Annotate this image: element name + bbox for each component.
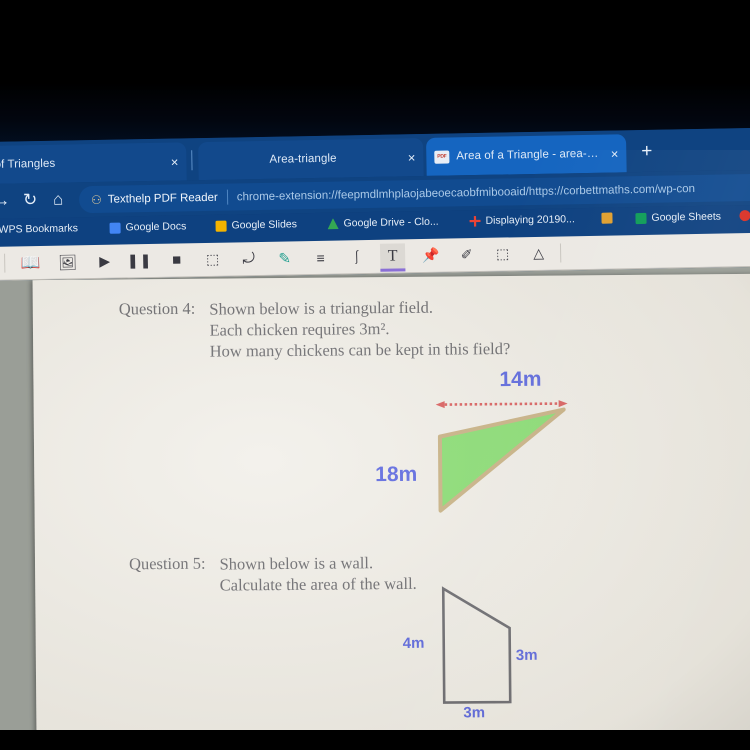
- toolbar-divider: [4, 253, 6, 273]
- pdf-favicon-icon: PDF: [434, 150, 450, 164]
- triangular-field-figure: [435, 400, 568, 513]
- extension-name-label: Texthelp PDF Reader: [107, 191, 218, 206]
- google-sheets-icon: [635, 212, 647, 224]
- pdf-page: Question 4: Shown below is a triangular …: [32, 273, 750, 750]
- google-slides-icon: [215, 220, 227, 232]
- toolbar-divider: [559, 243, 562, 263]
- pin-icon[interactable]: 📌: [418, 243, 443, 268]
- bookmark-favicon-icon: [601, 212, 613, 224]
- selection-box-icon[interactable]: ⬚: [490, 241, 515, 266]
- list-icon[interactable]: ≡: [308, 245, 333, 270]
- question-4-line-3: How many chickens can be kept in this fi…: [209, 339, 511, 361]
- bookmark-google-sheets[interactable]: Google Sheets: [635, 211, 721, 225]
- triangle-base-label: 14m: [499, 367, 542, 392]
- tab-close-icon[interactable]: ×: [163, 154, 179, 169]
- question-5-text: Shown below is a wall. Calculate the are…: [219, 552, 416, 596]
- plus-icon: [469, 215, 480, 226]
- wall-left-label: 4m: [402, 634, 425, 652]
- play-icon[interactable]: ▶: [92, 249, 117, 274]
- browser-tab-3-active[interactable]: PDF Area of a Triangle - area-of-a-tri ×: [425, 134, 627, 176]
- google-drive-icon: [327, 218, 338, 229]
- google-drive-icon[interactable]: △: [526, 241, 551, 266]
- image-icon[interactable]: 🖼: [55, 249, 80, 274]
- bookmark-google-drive[interactable]: Google Drive - Clo...: [327, 215, 439, 230]
- browser-tab-2[interactable]: Area-triangle ×: [198, 137, 424, 181]
- new-tab-button[interactable]: +: [641, 141, 652, 162]
- screen-bezel-bottom: [0, 730, 750, 750]
- question-5-label: Question 5:: [128, 553, 206, 574]
- highlighter-icon[interactable]: ✎: [272, 245, 297, 270]
- tab-separator: [191, 150, 193, 171]
- pause-icon[interactable]: ❚❚: [127, 248, 153, 273]
- shuffle-icon[interactable]: ⤾: [236, 246, 261, 271]
- text-tool-icon[interactable]: T: [379, 243, 406, 272]
- reload-icon[interactable]: ↻: [23, 190, 38, 210]
- question-5-line-2: Calculate the area of the wall.: [219, 573, 417, 595]
- bookmark-wps-bookmarks[interactable]: WPS Bookmarks: [0, 222, 78, 236]
- bookmark-label: Google Slides: [231, 218, 298, 232]
- question-5-block: Question 5: Shown below is a wall. Calcu…: [129, 552, 417, 597]
- bookmark-label: Displaying 20190...: [485, 213, 575, 227]
- omnibox-divider: [226, 189, 228, 205]
- wall-right-label: 3m: [515, 646, 538, 664]
- select-area-icon[interactable]: ⬚: [200, 247, 225, 272]
- stop-icon[interactable]: ■: [164, 247, 189, 272]
- tab-close-icon[interactable]: ×: [603, 146, 619, 161]
- bookmark-label: WPS Bookmarks: [0, 222, 79, 236]
- question-4-line-2: Each chicken requires 3m².: [209, 319, 390, 340]
- screen-icon[interactable]: ⎰: [344, 244, 369, 269]
- extension-puzzle-icon: ⚇: [90, 192, 102, 207]
- question-4-block: Question 4: Shown below is a triangular …: [119, 296, 511, 362]
- pen-icon[interactable]: ✐: [454, 242, 479, 267]
- question-4-label: Question 4:: [118, 298, 196, 319]
- question-4-line-1: Shown below is a triangular field.: [209, 297, 434, 319]
- pdf-viewer-area[interactable]: Question 4: Shown below is a triangular …: [0, 266, 750, 750]
- question-5-line-1: Shown below is a wall.: [219, 553, 374, 574]
- bookmark-google-slides[interactable]: Google Slides: [215, 218, 298, 232]
- forward-arrow-icon[interactable]: →: [0, 191, 10, 211]
- tab-title: Area-triangle: [269, 152, 337, 166]
- laptop-screen-photo: rea of Triangles × Area-triangle × PDF A…: [0, 0, 750, 750]
- question-4-text: Shown below is a triangular field. Each …: [209, 296, 510, 362]
- bookmark-label: Google Docs: [125, 220, 187, 234]
- bookmark-label: Google Sheets: [651, 210, 722, 224]
- tab-title: Area of a Triangle - area-of-a-tri: [456, 147, 603, 163]
- bookmark-unnamed-2[interactable]: [739, 210, 750, 222]
- bookmark-displaying-20190[interactable]: Displaying 20190...: [469, 213, 575, 227]
- book-icon[interactable]: 📖: [18, 250, 43, 275]
- bookmark-label: Google Drive - Clo...: [343, 215, 439, 230]
- bookmark-favicon-icon: [739, 210, 750, 222]
- screen-bezel-top: [0, 0, 750, 150]
- triangle-height-label: 18m: [375, 462, 418, 487]
- bookmark-google-docs[interactable]: Google Docs: [109, 220, 186, 233]
- chrome-browser-window: rea of Triangles × Area-triangle × PDF A…: [0, 127, 750, 750]
- wall-bottom-label: 3m: [463, 704, 486, 722]
- tab-title: rea of Triangles: [0, 157, 56, 171]
- browser-tab-1[interactable]: rea of Triangles ×: [0, 142, 187, 185]
- home-icon[interactable]: ⌂: [53, 190, 64, 210]
- address-bar-url: chrome-extension://feepmdlmhplaojabeoeca…: [236, 182, 696, 203]
- tab-close-icon[interactable]: ×: [400, 150, 416, 165]
- google-docs-icon: [109, 222, 121, 234]
- bookmark-unnamed-1[interactable]: [601, 212, 617, 224]
